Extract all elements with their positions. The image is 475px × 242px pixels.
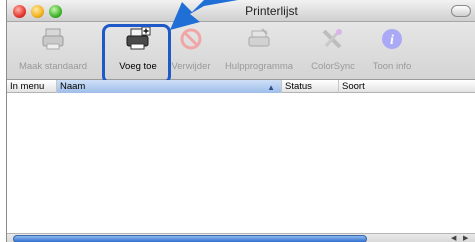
scrollbar-thumb[interactable]: [13, 235, 367, 242]
toolbar: Maak standaard Voeg toe Verwijder Hulppr…: [7, 22, 475, 80]
info-icon: i: [382, 29, 402, 49]
utility-icon: [248, 28, 270, 47]
colorsync-icon: [322, 29, 342, 49]
show-info-label: Toon info: [372, 61, 412, 72]
toolbar-toggle-button[interactable]: [451, 5, 471, 17]
horizontal-scrollbar[interactable]: ◀ ▶: [7, 233, 475, 242]
printer-list-window: Printerlijst Maak standaard Voeg toe Ver…: [6, 0, 475, 242]
printer-list[interactable]: [7, 93, 475, 233]
colorsync-label: ColorSync: [311, 61, 355, 72]
svg-text:i: i: [390, 33, 394, 48]
window-title: Printerlijst: [245, 4, 298, 18]
show-info-button[interactable]: i Toon info: [365, 26, 419, 72]
column-header-in-menu[interactable]: In menu: [7, 80, 57, 93]
title-bar: Printerlijst: [7, 0, 475, 22]
column-header-type[interactable]: Soort: [339, 80, 475, 93]
make-default-label: Maak standaard: [18, 61, 88, 72]
printer-default-icon: [42, 28, 64, 50]
delete-printer-label: Verwijder: [171, 61, 211, 72]
scroll-right-icon[interactable]: ▶: [463, 234, 468, 242]
utility-label: Hulpprogramma: [224, 61, 294, 72]
table-header: In menu Naam ▲ Status Soort: [7, 80, 475, 93]
make-default-button[interactable]: Maak standaard: [15, 26, 91, 72]
column-header-name[interactable]: Naam ▲: [57, 80, 282, 93]
pointer-arrow-icon: [170, 0, 238, 30]
scroll-left-icon[interactable]: ◀: [451, 234, 456, 242]
colorsync-button[interactable]: ColorSync: [303, 26, 363, 72]
column-header-status[interactable]: Status: [282, 80, 339, 93]
column-header-name-label: Naam: [60, 81, 86, 92]
